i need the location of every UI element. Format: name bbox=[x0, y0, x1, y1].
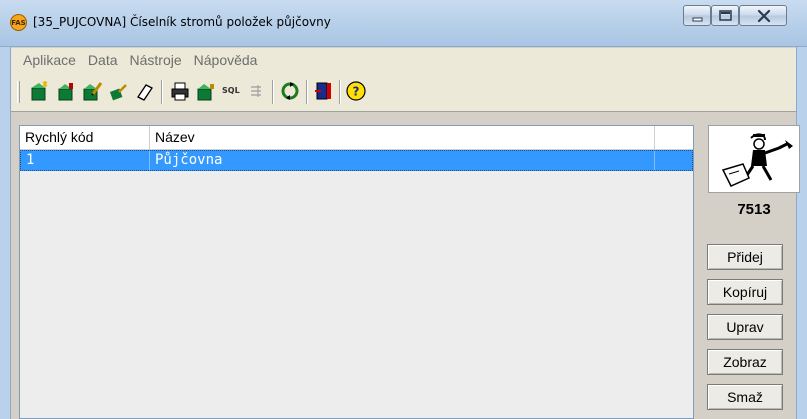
toolbar-grip[interactable] bbox=[17, 81, 20, 103]
menu-bar: Aplikace Data Nástroje Nápověda bbox=[11, 48, 796, 72]
refresh-icon[interactable] bbox=[279, 80, 301, 102]
window-frame-left bbox=[0, 47, 11, 419]
export-icon[interactable] bbox=[195, 80, 217, 102]
toolbar-separator bbox=[272, 80, 274, 104]
minimize-icon bbox=[692, 17, 703, 22]
toolbar-separator bbox=[339, 80, 341, 104]
close-icon bbox=[757, 9, 771, 23]
kopiruj-button[interactable]: Kopíruj bbox=[707, 279, 783, 305]
logo-box bbox=[708, 125, 800, 193]
data-grid[interactable]: Rychlý kód Název 1 Půjčovna bbox=[19, 125, 694, 419]
cell-nazev: Půjčovna bbox=[150, 151, 655, 170]
filter-icon[interactable] bbox=[245, 80, 267, 102]
record-number: 7513 bbox=[737, 201, 771, 218]
menu-nastroje[interactable]: Nástroje bbox=[130, 52, 182, 68]
insert-icon[interactable] bbox=[55, 80, 77, 102]
help-icon[interactable]: ? bbox=[345, 80, 367, 102]
toolbar-separator bbox=[161, 80, 163, 104]
uprav-button[interactable]: Uprav bbox=[707, 314, 783, 340]
exit-icon[interactable] bbox=[313, 80, 335, 102]
maximize-icon bbox=[719, 10, 732, 21]
print-icon[interactable] bbox=[169, 80, 191, 102]
copy-icon[interactable] bbox=[107, 80, 129, 102]
maximize-button[interactable] bbox=[711, 5, 739, 26]
menu-data[interactable]: Data bbox=[88, 52, 118, 68]
app-icon[interactable]: FAS bbox=[10, 14, 27, 31]
pridej-button[interactable]: Přidej bbox=[707, 244, 783, 270]
edit-icon[interactable] bbox=[81, 80, 103, 102]
svg-text:?: ? bbox=[353, 85, 360, 99]
new-icon[interactable] bbox=[29, 80, 51, 102]
grid-header: Rychlý kód Název bbox=[20, 126, 693, 150]
menu-aplikace[interactable]: Aplikace bbox=[23, 52, 76, 68]
table-row[interactable]: 1 Půjčovna bbox=[20, 150, 693, 171]
eraser-icon[interactable] bbox=[133, 80, 155, 102]
minimize-button[interactable] bbox=[683, 5, 711, 26]
menu-napoveda[interactable]: Nápověda bbox=[194, 52, 258, 68]
worker-mascot-icon bbox=[721, 133, 793, 187]
zobraz-button[interactable]: Zobraz bbox=[707, 349, 783, 375]
close-button[interactable] bbox=[739, 5, 787, 26]
cell-rychly-kod: 1 bbox=[21, 151, 150, 170]
content-area: Rychlý kód Název 1 Půjčovna 7513 Přidej … bbox=[11, 113, 800, 419]
window-frame-right bbox=[796, 47, 807, 419]
toolbar: SQL ? bbox=[11, 72, 796, 112]
title-bar: FAS [35_PUJCOVNA] Číselník stromů polože… bbox=[0, 0, 807, 47]
smaz-button[interactable]: Smaž bbox=[707, 384, 783, 410]
column-header-nazev[interactable]: Název bbox=[150, 126, 655, 149]
sql-icon[interactable]: SQL bbox=[222, 86, 240, 95]
toolbar-separator bbox=[306, 80, 308, 104]
column-header-rychly-kod[interactable]: Rychlý kód bbox=[20, 126, 150, 149]
window-title: [35_PUJCOVNA] Číselník stromů položek pů… bbox=[33, 15, 331, 29]
